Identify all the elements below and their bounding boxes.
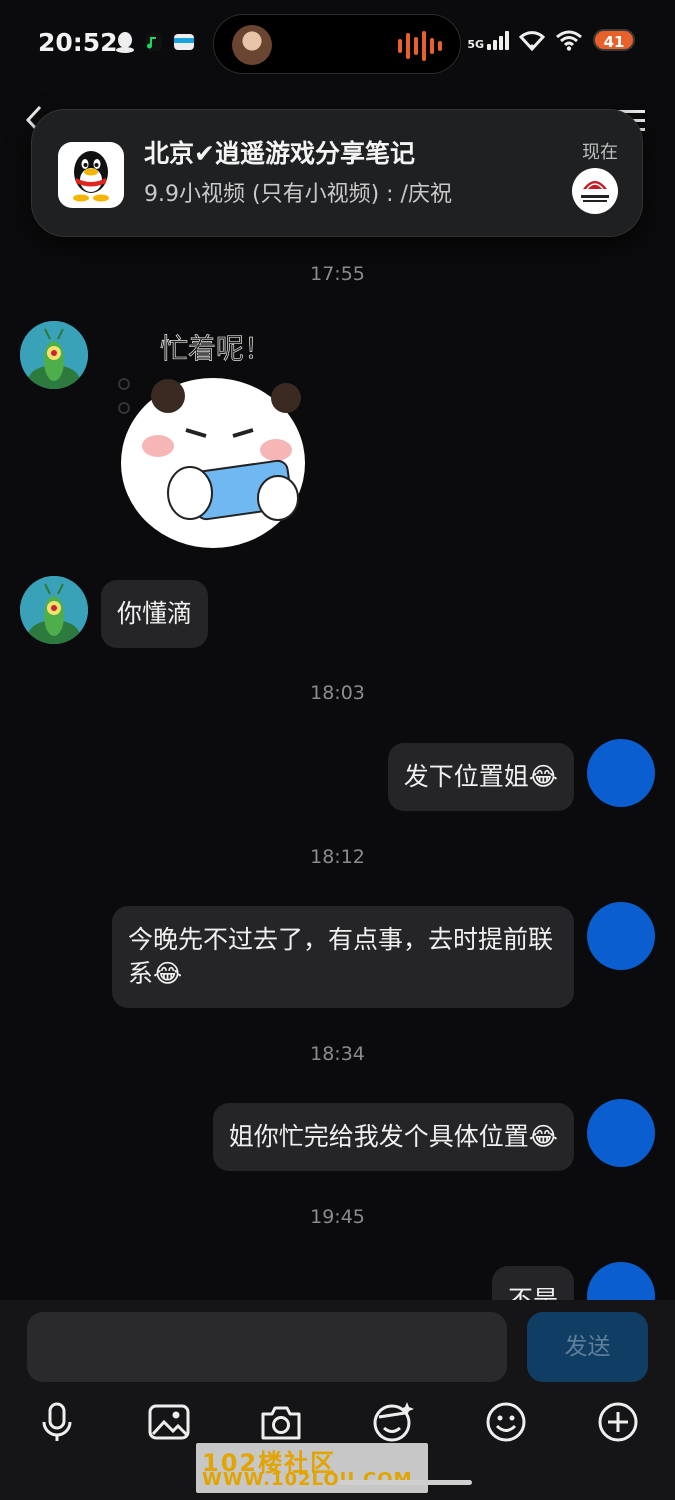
notification-time: 现在 <box>582 142 618 163</box>
audio-wave-icon <box>398 31 442 61</box>
wifi-icon <box>556 30 582 51</box>
message-timestamp: 19:45 <box>310 1206 365 1228</box>
sticker-message[interactable]: 忙着呢！ <box>108 318 318 550</box>
microphone-icon[interactable] <box>35 1400 79 1444</box>
site-watermark: 102楼社区 WWW.102LOU.COM <box>196 1443 428 1493</box>
sender-avatar <box>572 168 618 214</box>
self-avatar[interactable] <box>587 739 655 807</box>
status-bar: 20:52 5G 41 <box>0 0 675 90</box>
home-indicator[interactable] <box>338 1480 472 1485</box>
message-timestamp: 18:03 <box>310 682 365 704</box>
network-label: 5G <box>467 38 484 51</box>
qq-icon <box>115 31 135 53</box>
qq-penguin-icon <box>58 142 124 208</box>
emoji-icon[interactable] <box>484 1400 528 1444</box>
message-timestamp: 18:34 <box>310 1043 365 1065</box>
status-app-icons <box>115 31 194 53</box>
sticker-caption: 忙着呢！ <box>160 332 272 365</box>
plus-icon[interactable] <box>596 1400 640 1444</box>
self-avatar[interactable] <box>587 1099 655 1167</box>
wifi-icon <box>519 31 545 51</box>
island-media-avatar <box>232 25 272 65</box>
signal-icon: 5G <box>467 30 509 50</box>
notification-banner[interactable]: 北京✔逍遥游戏分享笔记 9.9小视频 (只有小视频) : /庆祝 现在 <box>31 109 643 237</box>
music-icon <box>144 31 164 53</box>
message-bubble-sent[interactable]: 姐你忙完给我发个具体位置😂 <box>212 1103 574 1171</box>
message-input[interactable] <box>27 1312 507 1382</box>
send-button[interactable]: 发送 <box>527 1312 648 1382</box>
wallet-icon <box>173 31 194 53</box>
notification-body: 9.9小视频 (只有小视频) : /庆祝 <box>144 182 452 207</box>
message-bubble-received[interactable]: 你懂滴 <box>101 580 209 648</box>
status-right-icons: 5G 41 <box>467 29 635 51</box>
message-timestamp: 18:12 <box>310 846 365 868</box>
notification-title: 北京✔逍遥游戏分享笔记 <box>144 139 415 168</box>
message-bubble-sent[interactable]: 今晚先不过去了，有点事，去时提前联系😂 <box>112 906 574 1008</box>
message-bubble-sent[interactable]: 发下位置姐😂 <box>387 743 574 811</box>
battery-indicator: 41 <box>593 29 635 51</box>
dynamic-island[interactable] <box>213 14 461 74</box>
self-avatar[interactable] <box>587 902 655 970</box>
sticker-face-icon[interactable] <box>371 1400 415 1444</box>
status-time: 20:52 <box>38 28 118 57</box>
camera-icon[interactable] <box>259 1400 303 1444</box>
message-timestamp: 17:55 <box>310 263 365 285</box>
image-icon[interactable] <box>147 1400 191 1444</box>
contact-avatar[interactable] <box>20 321 88 389</box>
contact-avatar[interactable] <box>20 576 88 644</box>
